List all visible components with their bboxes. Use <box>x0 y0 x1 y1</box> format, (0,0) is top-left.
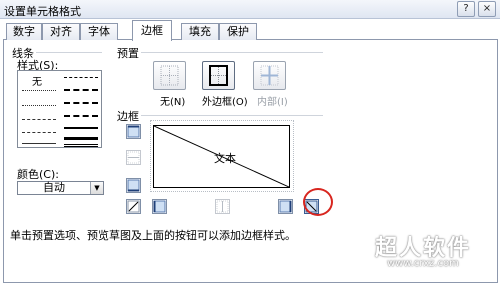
help-button[interactable]: ? <box>457 1 475 17</box>
border-left-button[interactable] <box>152 199 167 214</box>
border-bottom-button[interactable] <box>126 178 141 193</box>
border-diagonal-up-button[interactable] <box>126 199 141 214</box>
border-group-divider <box>141 115 323 116</box>
preset-outline-label: 外边框(O) <box>202 97 248 108</box>
window-title: 设置单元格格式 <box>4 5 81 18</box>
line-style-hairline[interactable] <box>22 90 56 91</box>
diagonal-up-icon <box>127 200 140 213</box>
watermark-url: www.crxz.com <box>387 258 459 269</box>
border-right-button[interactable] <box>278 199 293 214</box>
color-label: 颜色(C): <box>17 168 59 181</box>
chevron-down-icon[interactable]: ▼ <box>90 182 103 194</box>
tab-font[interactable]: 字体 <box>80 23 118 40</box>
line-style-medium-dash-dot[interactable] <box>64 102 98 104</box>
line-style-medium-dashed[interactable] <box>64 115 98 117</box>
border-preview[interactable]: 文本 <box>153 125 290 188</box>
border-group-label: 边框 <box>117 110 139 123</box>
title-bar: 设置单元格格式 ? × <box>0 0 500 19</box>
preview-text: 文本 <box>214 152 236 165</box>
hint-text: 单击预置选项、预览草图及上面的按钮可以添加边框样式。 <box>10 229 296 242</box>
line-style-dash-dot-dot[interactable] <box>22 119 56 120</box>
preset-inside-button[interactable] <box>253 61 286 90</box>
tab-number[interactable]: 数字 <box>6 23 42 40</box>
color-value: 自动 <box>43 181 65 194</box>
close-button[interactable]: × <box>478 1 496 17</box>
line-style-medium[interactable] <box>64 127 98 129</box>
line-group-divider <box>36 52 102 53</box>
preset-none-label: 无(N) <box>160 97 186 108</box>
line-style-thick[interactable] <box>64 137 98 140</box>
tab-fill[interactable]: 填充 <box>181 23 219 40</box>
border-bottom-icon <box>127 179 140 192</box>
border-inside-horizontal-icon <box>127 151 140 164</box>
line-style-list[interactable]: 无 <box>17 70 102 148</box>
color-select[interactable]: 自动 ▼ <box>17 181 104 195</box>
border-inside-vertical-icon <box>216 200 229 213</box>
presets-group-divider <box>141 52 323 53</box>
border-top-button[interactable] <box>126 124 141 139</box>
highlight-circle <box>303 188 333 216</box>
tab-alignment[interactable]: 对齐 <box>42 23 80 40</box>
diamond-logo-icon <box>338 236 372 263</box>
line-style-dash-dot[interactable] <box>22 132 56 133</box>
tab-border[interactable]: 边框 <box>132 20 172 41</box>
preset-inside-icon <box>260 65 279 86</box>
presets-group-label: 预置 <box>117 47 139 60</box>
line-style-slant-dash-dot[interactable] <box>64 89 98 91</box>
preset-outline-button[interactable] <box>202 61 235 90</box>
line-style-none[interactable]: 无 <box>32 73 42 88</box>
border-top-icon <box>127 125 140 138</box>
line-style-thin[interactable] <box>22 143 56 144</box>
preset-outline-icon <box>209 65 228 86</box>
preset-none-button[interactable] <box>153 61 186 90</box>
line-style-medium-dash-dot-dot[interactable] <box>64 77 98 78</box>
border-right-icon <box>279 200 292 213</box>
border-inside-horizontal-button[interactable] <box>126 150 141 165</box>
line-style-dotted[interactable] <box>22 105 56 106</box>
tab-strip: 数字 对齐 字体 边框 填充 保护 <box>0 20 500 41</box>
border-left-icon <box>153 200 166 213</box>
preset-none-icon <box>160 65 179 86</box>
line-style-double[interactable] <box>64 144 98 147</box>
preset-inside-label: 内部(I) <box>257 97 288 108</box>
border-inside-vertical-button[interactable] <box>215 199 230 214</box>
tab-protection[interactable]: 保护 <box>219 23 257 40</box>
